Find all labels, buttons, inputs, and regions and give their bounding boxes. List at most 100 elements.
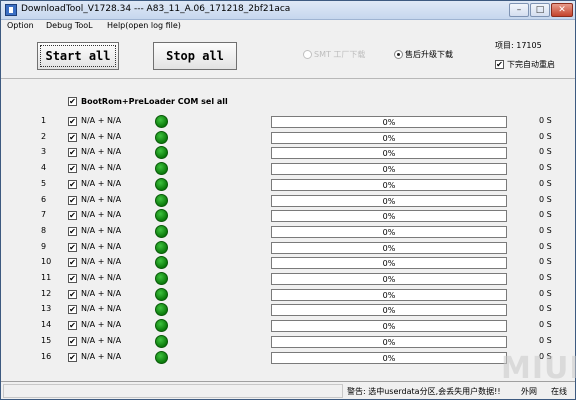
project-label: 项目: 17105 <box>495 41 542 50</box>
menu-bar: Option Debug TooL Help(open log file) <box>1 20 575 34</box>
status-led-icon <box>155 162 168 176</box>
row-port-label: N/A + N/A <box>81 288 122 298</box>
app-icon <box>5 4 17 16</box>
row-time: 0 S <box>539 335 552 345</box>
after-sales-upgrade-radio[interactable] <box>394 50 403 59</box>
row-time: 0 S <box>539 178 552 188</box>
status-led-icon <box>155 350 168 364</box>
row-checkbox[interactable]: ✔ <box>68 117 77 126</box>
row-port-label: N/A + N/A <box>81 320 122 330</box>
progress-bar: 0% <box>271 273 507 285</box>
row-time: 0 S <box>539 225 552 235</box>
port-list: ✔ BootRom+PreLoader COM sel all 1 ✔ N/A + … <box>1 80 575 380</box>
port-row: 12 ✔ N/A + N/A 0% 0 S <box>1 287 575 302</box>
row-checkbox[interactable]: ✔ <box>68 179 77 189</box>
app-window: DownloadTool_V1728.34 --- A83_11_A.06_17… <box>0 0 576 400</box>
row-time: 0 S <box>539 273 552 282</box>
row-time: 0 S <box>539 147 552 157</box>
progress-text: 0% <box>382 290 396 300</box>
row-index: 15 <box>41 335 52 345</box>
row-checkbox[interactable]: ✔ <box>68 132 77 142</box>
maximize-button[interactable]: □ <box>530 3 550 17</box>
menu-option[interactable]: Option <box>7 21 34 30</box>
row-checkbox[interactable]: ✔ <box>68 242 77 252</box>
row-index: 2 <box>41 131 47 141</box>
progress-text: 0% <box>382 353 396 363</box>
progress-bar: 0% <box>271 163 507 176</box>
row-time: 0 S <box>539 288 552 298</box>
progress-text: 0% <box>382 337 396 347</box>
menu-debug-tool[interactable]: Debug TooL <box>46 21 93 30</box>
port-row: 4 ✔ N/A + N/A 0% 0 S <box>1 161 575 176</box>
toolbar: Start all Stop all SMT 工厂下载 售后升级下载 项目: 1… <box>1 34 575 79</box>
row-port-label: N/A + N/A <box>81 163 122 173</box>
progress-text: 0% <box>382 227 396 237</box>
row-time: 0 S <box>539 163 552 173</box>
status-led-icon <box>155 256 168 270</box>
row-checkbox[interactable]: ✔ <box>68 352 77 362</box>
status-led-icon <box>155 193 168 207</box>
row-checkbox[interactable]: ✔ <box>68 226 77 236</box>
after-sales-upgrade-label: 售后升级下载 <box>405 50 453 59</box>
window-title: DownloadTool_V1728.34 --- A83_11_A.06_17… <box>21 4 291 14</box>
title-bar[interactable]: DownloadTool_V1728.34 --- A83_11_A.06_17… <box>1 1 575 20</box>
row-port-label: N/A + N/A <box>81 241 122 251</box>
port-row: 2 ✔ N/A + N/A 0% 0 S <box>1 130 575 145</box>
row-port-label: N/A + N/A <box>81 351 122 361</box>
close-button[interactable]: ✕ <box>551 3 573 17</box>
progress-bar: 0% <box>271 178 507 191</box>
status-led-icon <box>155 177 168 191</box>
row-checkbox[interactable]: ✔ <box>68 289 77 299</box>
port-row: 1 ✔ N/A + N/A 0% 0 S <box>1 114 575 129</box>
status-online: 在线 <box>551 387 567 396</box>
row-checkbox[interactable]: ✔ <box>68 258 77 268</box>
progress-text: 0% <box>382 165 396 175</box>
row-checkbox[interactable]: ✔ <box>68 164 77 174</box>
row-port-label: N/A + N/A <box>81 304 122 314</box>
auto-reboot-checkbox[interactable]: ✔ <box>495 60 504 69</box>
smt-download-radio[interactable] <box>303 50 312 59</box>
row-checkbox[interactable]: ✔ <box>68 336 77 346</box>
start-all-button[interactable]: Start all <box>37 42 119 70</box>
progress-text: 0% <box>382 243 396 253</box>
row-port-label: N/A + N/A <box>81 335 122 345</box>
port-row: 14 ✔ N/A + N/A 0% 0 S <box>1 318 575 333</box>
port-row: 13 ✔ N/A + N/A 0% 0 S <box>1 302 575 317</box>
row-index: 7 <box>41 210 47 220</box>
port-row: 3 ✔ N/A + N/A 0% 0 S <box>1 145 575 160</box>
row-index: 13 <box>41 304 52 314</box>
row-time: 0 S <box>539 241 552 251</box>
status-warning: 警告: 选中userdata分区,会丢失用户数据!! <box>347 387 501 396</box>
row-index: 6 <box>41 194 47 204</box>
progress-text: 0% <box>382 196 396 206</box>
row-checkbox[interactable]: ✔ <box>68 211 77 221</box>
port-row: 7 ✔ N/A + N/A 0% 0 S <box>1 208 575 223</box>
stop-all-button[interactable]: Stop all <box>153 42 237 70</box>
port-row: 11 ✔ N/A + N/A 0% 0 S <box>1 271 575 286</box>
row-time: 0 S <box>539 304 552 314</box>
status-network: 外网 <box>521 387 537 396</box>
row-checkbox[interactable]: ✔ <box>68 148 77 158</box>
status-led-icon <box>155 272 168 285</box>
progress-bar: 0% <box>271 351 507 364</box>
row-index: 4 <box>41 163 47 173</box>
row-port-label: N/A + N/A <box>81 225 122 235</box>
minimize-button[interactable]: – <box>509 3 529 17</box>
row-checkbox[interactable]: ✔ <box>68 321 77 331</box>
select-all-checkbox[interactable]: ✔ <box>68 97 77 106</box>
row-checkbox[interactable]: ✔ <box>68 195 77 205</box>
status-led-icon <box>155 209 168 223</box>
status-led-icon <box>155 224 168 238</box>
status-led-icon <box>155 240 168 254</box>
row-checkbox[interactable]: ✔ <box>68 274 77 283</box>
port-row: 6 ✔ N/A + N/A 0% 0 S <box>1 193 575 208</box>
menu-help[interactable]: Help(open log file) <box>107 21 181 30</box>
progress-text: 0% <box>382 180 396 190</box>
progress-bar: 0% <box>271 116 507 128</box>
progress-bar: 0% <box>271 147 507 160</box>
progress-text: 0% <box>382 118 396 127</box>
progress-text: 0% <box>382 275 396 284</box>
row-checkbox[interactable]: ✔ <box>68 305 77 315</box>
status-led-icon <box>155 115 168 128</box>
row-port-label: N/A + N/A <box>81 116 122 125</box>
